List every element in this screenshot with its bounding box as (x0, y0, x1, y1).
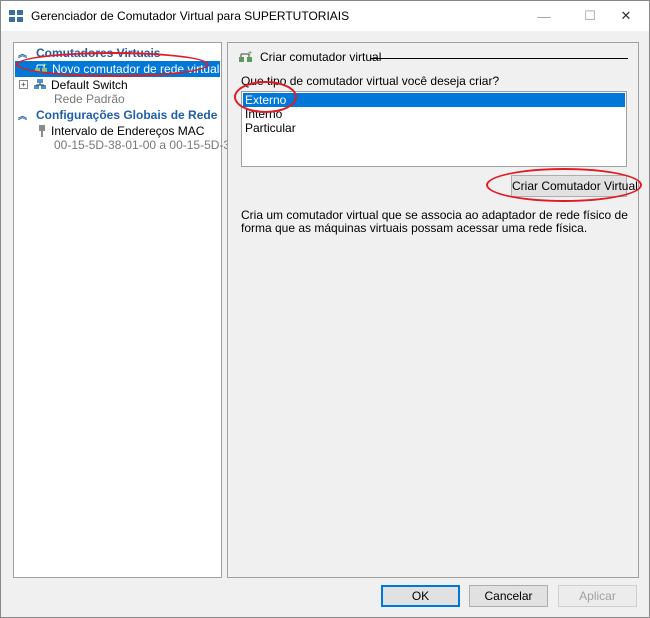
tree-item-new-switch[interactable]: + Novo comutador de rede virtual (15, 61, 220, 77)
network-icon (34, 79, 46, 89)
apply-button[interactable]: Aplicar (558, 585, 637, 607)
virtual-switch-manager-window: Gerenciador de Comutador Virtual para SU… (0, 0, 650, 618)
section-virtual-switches[interactable]: ︽ Comutadores Virtuais (14, 45, 219, 61)
ok-button[interactable]: OK (381, 585, 460, 607)
app-icon (9, 10, 23, 22)
minimize-button[interactable]: — (521, 1, 567, 31)
switch-type-listbox[interactable]: Externo Interno Particular (241, 91, 627, 167)
network-plus-icon: + (35, 63, 47, 72)
switch-tree[interactable]: ︽ Comutadores Virtuais + Novo comutador d… (13, 42, 247, 578)
section-global-network-settings[interactable]: ︽ Configurações Globais de Rede (14, 107, 219, 123)
switch-details-pane: + Criar comutador virtual Que tipo de co… (227, 42, 639, 578)
create-virtual-switch-button[interactable]: Criar Comutador Virtual (511, 175, 638, 197)
mac-address-icon (39, 125, 45, 137)
network-plus-icon: + (239, 50, 252, 62)
new-switch-label: Novo comutador de rede virtual (52, 62, 220, 76)
heading-divider (370, 58, 628, 59)
switch-type-description: Cria um comutador virtual que se associa… (241, 208, 628, 235)
chevron-up-icon[interactable]: ︽ (18, 108, 30, 124)
window-title: Gerenciador de Comutador Virtual para SU… (31, 9, 350, 23)
section-label: Comutadores Virtuais (36, 46, 161, 60)
section-label: Configurações Globais de Rede (36, 108, 218, 122)
svg-text:+: + (248, 50, 252, 57)
switch-type-question: Que tipo de comutador virtual você desej… (241, 74, 500, 88)
default-switch-sublabel: Rede Padrão (54, 92, 125, 106)
close-button[interactable]: ✕ (603, 1, 649, 31)
option-particular[interactable]: Particular (243, 121, 625, 135)
option-interno[interactable]: Interno (243, 107, 625, 121)
svg-text:+: + (43, 63, 47, 69)
chevron-up-icon[interactable]: ︽ (18, 46, 30, 62)
pane-title: Criar comutador virtual (260, 50, 382, 64)
mac-range-sublabel: 00-15-5D-38-01-00 a 00-15-5D-38... (54, 138, 247, 152)
cancel-button[interactable]: Cancelar (469, 585, 548, 607)
option-externo[interactable]: Externo (243, 93, 625, 107)
title-bar: Gerenciador de Comutador Virtual para SU… (1, 1, 649, 31)
expand-icon[interactable]: + (19, 80, 28, 89)
